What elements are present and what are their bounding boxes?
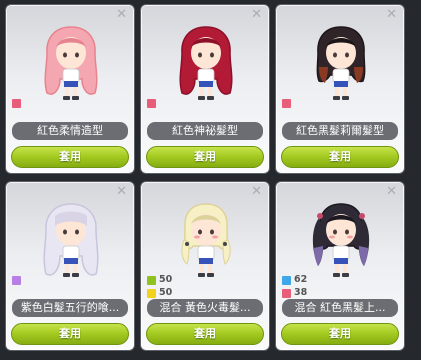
color-percent: 38 bbox=[294, 287, 308, 298]
hair-card: ✕ 紫色白髮五行的喰... 套用 bbox=[5, 181, 135, 351]
hair-card: ✕ 50 50 混合 黃色火毒髮... 套用 bbox=[140, 181, 270, 351]
color-percent: 62 bbox=[294, 274, 308, 285]
apply-button[interactable]: 套用 bbox=[11, 146, 129, 168]
hair-style-grid: ✕ 紅色柔情造型 套用 ✕ 紅色神祕髮型 套用 ✕ 紅色黑髮莉爾髮型 套用 ✕ … bbox=[5, 4, 415, 356]
hair-card: ✕ 紅色黑髮莉爾髮型 套用 bbox=[275, 4, 405, 174]
close-icon[interactable]: ✕ bbox=[116, 185, 127, 198]
character-avatar bbox=[43, 203, 99, 277]
color-swatch bbox=[147, 275, 156, 285]
color-swatch bbox=[282, 288, 291, 298]
color-swatches: 50 50 bbox=[147, 274, 187, 300]
hair-card: ✕ 62 38 混合 紅色黑髮上... 套用 bbox=[275, 181, 405, 351]
hair-name-label: 混合 黃色火毒髮... bbox=[147, 299, 263, 317]
color-swatches bbox=[12, 274, 52, 287]
hair-name-label: 紅色黑髮莉爾髮型 bbox=[282, 122, 398, 140]
color-swatches: 62 38 bbox=[282, 274, 322, 300]
color-swatches bbox=[282, 97, 322, 110]
apply-button[interactable]: 套用 bbox=[281, 146, 399, 168]
color-percent: 50 bbox=[159, 274, 173, 285]
color-swatches bbox=[147, 97, 187, 110]
color-swatch bbox=[147, 98, 156, 108]
character-avatar bbox=[181, 203, 231, 277]
hair-card: ✕ 紅色柔情造型 套用 bbox=[5, 4, 135, 174]
hair-name-label: 紅色柔情造型 bbox=[12, 122, 128, 140]
character-avatar bbox=[179, 26, 233, 100]
hair-name-label: 紅色神祕髮型 bbox=[147, 122, 263, 140]
apply-button[interactable]: 套用 bbox=[146, 146, 264, 168]
hair-card: ✕ 紅色神祕髮型 套用 bbox=[140, 4, 270, 174]
color-swatch bbox=[12, 98, 21, 108]
close-icon[interactable]: ✕ bbox=[386, 185, 397, 198]
color-swatch bbox=[282, 98, 291, 108]
close-icon[interactable]: ✕ bbox=[251, 8, 262, 21]
close-icon[interactable]: ✕ bbox=[386, 8, 397, 21]
character-avatar bbox=[316, 26, 366, 100]
apply-button[interactable]: 套用 bbox=[146, 323, 264, 345]
hair-name-label: 紫色白髮五行的喰... bbox=[12, 299, 128, 317]
color-swatch bbox=[12, 275, 21, 285]
character-avatar bbox=[44, 26, 98, 100]
color-swatches bbox=[12, 97, 52, 110]
close-icon[interactable]: ✕ bbox=[251, 185, 262, 198]
hair-name-label: 混合 紅色黑髮上... bbox=[282, 299, 398, 317]
character-avatar bbox=[312, 203, 370, 277]
apply-button[interactable]: 套用 bbox=[11, 323, 129, 345]
apply-button[interactable]: 套用 bbox=[281, 323, 399, 345]
close-icon[interactable]: ✕ bbox=[116, 8, 127, 21]
color-percent: 50 bbox=[159, 287, 173, 298]
color-swatch bbox=[282, 275, 291, 285]
color-swatch bbox=[147, 288, 156, 298]
